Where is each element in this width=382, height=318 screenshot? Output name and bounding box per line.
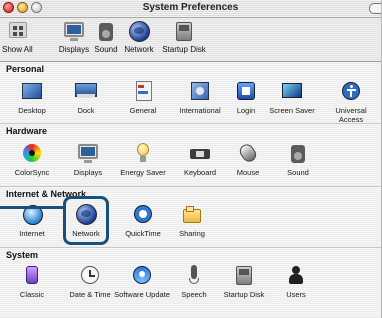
lightbulb-icon [131, 142, 155, 166]
speaker-icon [286, 142, 310, 166]
toolbar-sound[interactable]: Sound [92, 18, 120, 54]
clock-icon [78, 264, 102, 288]
pref-users[interactable]: Users [268, 264, 324, 299]
pref-energy-saver[interactable]: Energy Saver [115, 142, 171, 177]
section-hardware: Hardware ColorSync Displays Energy Saver [0, 124, 381, 186]
toolbar-show-all[interactable]: Show All [2, 18, 33, 54]
section-personal: Personal Desktop Dock General Internatio… [0, 62, 381, 124]
globe-icon [127, 20, 151, 44]
section-system: System Classic Date & Time Software Upda… [0, 248, 381, 318]
window-title: System Preferences [142, 2, 239, 13]
accessibility-icon [339, 80, 363, 104]
classic-icon [20, 264, 44, 288]
sharing-folder-icon [180, 203, 204, 227]
section-title: Personal [6, 64, 45, 74]
pref-universal-access[interactable]: Universal Access [323, 80, 379, 124]
dock-icon [74, 80, 98, 104]
screen-saver-icon [280, 80, 304, 104]
pref-sound[interactable]: Sound [270, 142, 326, 177]
mouse-icon [236, 141, 260, 166]
hard-disk-icon [172, 20, 196, 44]
microphone-icon [182, 264, 206, 288]
desktop-icon [20, 80, 44, 104]
pref-software-update[interactable]: Software Update [114, 264, 170, 299]
pref-colorsync[interactable]: ColorSync [4, 142, 60, 177]
pref-desktop[interactable]: Desktop [4, 80, 60, 115]
colorsync-icon [20, 142, 44, 166]
house-icon [234, 80, 258, 104]
pref-speech[interactable]: Speech [166, 264, 222, 299]
system-preferences-window: System Preferences Show All Displays Sou… [0, 0, 382, 318]
toolbar-startup-disk[interactable]: Startup Disk [160, 18, 208, 54]
pref-classic[interactable]: Classic [4, 264, 60, 299]
hard-disk-icon [232, 264, 256, 288]
callout-line [0, 206, 63, 209]
pref-sharing[interactable]: Sharing [164, 203, 220, 238]
pref-mouse[interactable]: Mouse [220, 141, 276, 177]
show-all-icon [5, 20, 29, 44]
toolbar-label: Network [124, 45, 154, 54]
flag-icon [188, 80, 212, 104]
toolbar-network[interactable]: Network [121, 18, 157, 54]
pref-date-time[interactable]: Date & Time [62, 264, 118, 299]
pref-dock[interactable]: Dock [58, 80, 114, 115]
pref-screen-saver[interactable]: Screen Saver [264, 80, 320, 115]
user-icon [284, 264, 308, 288]
general-icon [131, 80, 155, 104]
display-icon [76, 142, 100, 166]
network-highlight-box [63, 196, 109, 245]
software-update-icon [130, 264, 154, 288]
toolbar-label: Show All [2, 45, 33, 54]
section-title: Hardware [6, 126, 48, 136]
toolbar-toggle-button[interactable] [369, 3, 381, 14]
quicktime-icon [131, 203, 155, 227]
pref-displays[interactable]: Displays [60, 142, 116, 177]
toolbar-label: Sound [94, 45, 118, 54]
pref-startup-disk[interactable]: Startup Disk [216, 264, 272, 299]
toolbar-displays[interactable]: Displays [57, 18, 91, 54]
speaker-icon [94, 20, 118, 44]
title-bar: System Preferences [0, 0, 381, 18]
toolbar: Show All Displays Sound Network Startup … [0, 18, 381, 62]
toolbar-label: Startup Disk [162, 45, 206, 54]
section-title: System [6, 250, 39, 260]
display-icon [62, 20, 86, 44]
pref-quicktime[interactable]: QuickTime [115, 203, 171, 238]
pref-general[interactable]: General [115, 80, 171, 115]
toolbar-label: Displays [58, 45, 90, 54]
section-internet-network: Internet & Network Internet Network Quic… [0, 187, 381, 247]
keyboard-icon [188, 142, 212, 166]
